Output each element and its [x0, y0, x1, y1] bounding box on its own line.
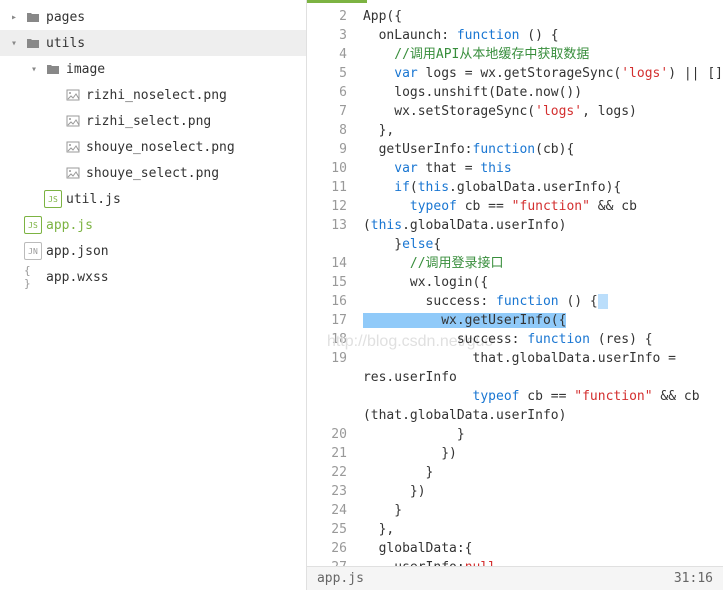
code-line[interactable]: }else{: [355, 235, 723, 254]
code-line[interactable]: wx.login({: [355, 273, 723, 292]
code-line[interactable]: //调用API从本地缓存中获取数据: [355, 45, 723, 64]
folder-icon: [24, 34, 42, 52]
folder-icon: [44, 60, 62, 78]
code-line[interactable]: }: [355, 425, 723, 444]
expand-arrow-icon[interactable]: ▸: [8, 12, 20, 23]
code-line[interactable]: res.userInfo: [355, 368, 723, 387]
js-icon: JS: [24, 216, 42, 234]
expand-arrow-icon[interactable]: ▾: [28, 64, 40, 75]
js-icon: JS: [44, 190, 62, 208]
code-line[interactable]: if(this.globalData.userInfo){: [355, 178, 723, 197]
code-line[interactable]: var that = this: [355, 159, 723, 178]
folder-icon: [24, 8, 42, 26]
status-cursor-pos: 31:16: [674, 571, 713, 586]
code-line[interactable]: App({: [355, 7, 723, 26]
code-line[interactable]: success: function () {: [355, 292, 723, 311]
code-line[interactable]: wx.setStorageSync('logs', logs): [355, 102, 723, 121]
tree-item-label: rizhi_select.png: [86, 114, 306, 129]
code-line[interactable]: },: [355, 121, 723, 140]
tree-item-image[interactable]: ▾ image: [0, 56, 306, 82]
tree-item-shouye_noselect-png[interactable]: shouye_noselect.png: [0, 134, 306, 160]
code-editor: http://blog.csdn.net/guo 234567891011121…: [307, 0, 723, 590]
code-line[interactable]: userInfo:null: [355, 558, 723, 566]
code-line[interactable]: (this.globalData.userInfo): [355, 216, 723, 235]
code-content[interactable]: App({ onLaunch: function () { //调用API从本地…: [355, 3, 723, 566]
tree-item-utils[interactable]: ▾ utils: [0, 30, 306, 56]
tree-item-label: utils: [46, 36, 306, 51]
code-line[interactable]: }: [355, 463, 723, 482]
tree-item-app-json[interactable]: JN app.json: [0, 238, 306, 264]
tree-item-rizhi_noselect-png[interactable]: rizhi_noselect.png: [0, 82, 306, 108]
tree-item-label: shouye_noselect.png: [86, 140, 306, 155]
tree-item-label: app.wxss: [46, 270, 306, 285]
code-line[interactable]: }): [355, 444, 723, 463]
status-file: app.js: [317, 571, 364, 586]
expand-arrow-icon[interactable]: ▾: [8, 38, 20, 49]
line-gutter: 2345678910111213141516171819202122232425…: [307, 3, 355, 566]
status-bar: app.js 31:16: [307, 566, 723, 590]
code-line[interactable]: var logs = wx.getStorageSync('logs') || …: [355, 64, 723, 83]
tree-item-rizhi_select-png[interactable]: rizhi_select.png: [0, 108, 306, 134]
tree-item-label: util.js: [66, 192, 306, 207]
image-icon: [64, 86, 82, 104]
tree-item-app-js[interactable]: JS app.js: [0, 212, 306, 238]
code-line[interactable]: logs.unshift(Date.now()): [355, 83, 723, 102]
tree-item-pages[interactable]: ▸ pages: [0, 4, 306, 30]
tree-item-util-js[interactable]: JS util.js: [0, 186, 306, 212]
image-icon: [64, 164, 82, 182]
tree-item-label: rizhi_noselect.png: [86, 88, 306, 103]
tree-item-shouye_select-png[interactable]: shouye_select.png: [0, 160, 306, 186]
image-icon: [64, 138, 82, 156]
code-line[interactable]: }): [355, 482, 723, 501]
code-line[interactable]: (that.globalData.userInfo): [355, 406, 723, 425]
code-line[interactable]: //调用登录接口: [355, 254, 723, 273]
code-line[interactable]: globalData:{: [355, 539, 723, 558]
code-area[interactable]: http://blog.csdn.net/guo 234567891011121…: [307, 3, 723, 566]
image-icon: [64, 112, 82, 130]
code-line[interactable]: wx.getUserInfo({: [355, 311, 723, 330]
code-line[interactable]: typeof cb == "function" && cb: [355, 387, 723, 406]
json-icon: JN: [24, 242, 42, 260]
wxss-icon: { }: [24, 268, 42, 286]
tree-item-label: app.js: [46, 218, 306, 233]
tree-item-label: pages: [46, 10, 306, 25]
tree-item-app-wxss[interactable]: { } app.wxss: [0, 264, 306, 290]
tree-item-label: shouye_select.png: [86, 166, 306, 181]
tree-item-label: app.json: [46, 244, 306, 259]
code-line[interactable]: success: function (res) {: [355, 330, 723, 349]
code-line[interactable]: },: [355, 520, 723, 539]
code-line[interactable]: onLaunch: function () {: [355, 26, 723, 45]
code-line[interactable]: getUserInfo:function(cb){: [355, 140, 723, 159]
file-tree: ▸ pages ▾ utils ▾ image rizhi_noselect.pngrizh…: [0, 0, 307, 590]
tree-item-label: image: [66, 62, 306, 77]
code-line[interactable]: that.globalData.userInfo =: [355, 349, 723, 368]
code-line[interactable]: }: [355, 501, 723, 520]
code-line[interactable]: typeof cb == "function" && cb: [355, 197, 723, 216]
